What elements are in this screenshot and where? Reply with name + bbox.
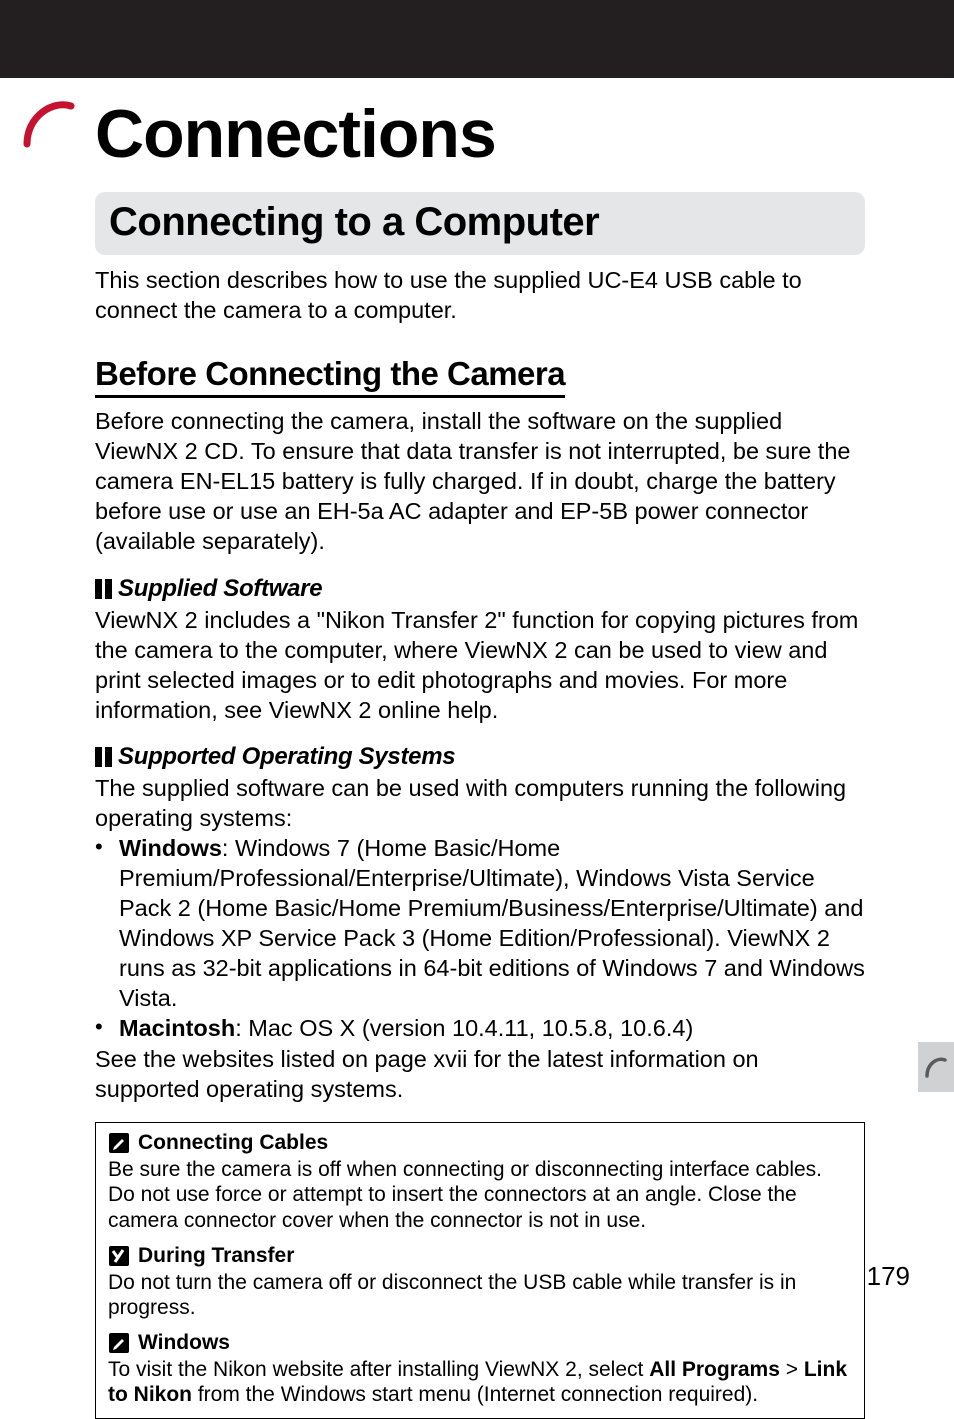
caution-icon (108, 1245, 130, 1267)
note-windows-bold1: All Programs (649, 1358, 780, 1381)
bullet-dot-icon: • (95, 833, 111, 1013)
note-transfer-title: During Transfer (138, 1244, 294, 1268)
chapter-icon-wrap (23, 94, 77, 154)
bullet-macintosh: • Macintosh: Mac OS X (version 10.4.11, … (95, 1013, 865, 1043)
supplied-software-body: ViewNX 2 includes a "Nikon Transfer 2" f… (95, 605, 865, 725)
section-heading: Connecting to a Computer (109, 200, 851, 245)
supplied-software-heading: Supplied Software (118, 575, 322, 603)
side-tab (918, 1042, 954, 1092)
page-number: 179 (867, 1261, 910, 1292)
supplied-software-heading-row: Supplied Software (95, 575, 865, 603)
notes-box: Connecting Cables Be sure the camera is … (95, 1122, 865, 1419)
note-windows-title: Windows (138, 1331, 230, 1355)
note-cables-body: Be sure the camera is off when connectin… (108, 1157, 852, 1234)
section-heading-box: Connecting to a Computer (95, 192, 865, 255)
supported-os-heading: Supported Operating Systems (118, 743, 455, 771)
bullet-windows-label: Windows (119, 835, 222, 861)
supported-os-outro: See the websites listed on page xvii for… (95, 1044, 865, 1104)
note-windows-post: from the Windows start menu (Internet co… (192, 1383, 758, 1406)
bullet-windows-rest: : Windows 7 (Home Basic/Home Premium/Pro… (119, 835, 865, 1011)
before-connecting-body: Before connecting the camera, install th… (95, 406, 865, 556)
subsection-heading: Before Connecting the Camera (95, 355, 565, 398)
bullet-windows-text: Windows: Windows 7 (Home Basic/Home Prem… (119, 833, 865, 1013)
note-windows-sep: > (780, 1358, 804, 1381)
connections-curve-icon (23, 94, 77, 154)
note-cables-heading: Connecting Cables (108, 1131, 852, 1155)
page-header-bar (0, 0, 954, 78)
note-pencil-icon (108, 1332, 130, 1354)
page-content: Connections Connecting to a Computer Thi… (95, 78, 865, 1419)
chapter-title: Connections (95, 78, 865, 168)
note-windows-pre: To visit the Nikon website after install… (108, 1358, 649, 1381)
bullet-macintosh-label: Macintosh (119, 1015, 235, 1041)
note-windows-heading: Windows (108, 1331, 852, 1355)
bullet-windows: • Windows: Windows 7 (Home Basic/Home Pr… (95, 833, 865, 1013)
section-intro: This section describes how to use the su… (95, 265, 865, 325)
supported-os-intro: The supplied software can be used with c… (95, 773, 865, 833)
bullet-dot-icon: • (95, 1013, 111, 1043)
heading-bars-icon (95, 579, 112, 599)
note-windows-body: To visit the Nikon website after install… (108, 1357, 852, 1408)
bullet-macintosh-rest: : Mac OS X (version 10.4.11, 10.5.8, 10.… (235, 1015, 693, 1041)
connections-curve-icon (924, 1054, 948, 1080)
bullet-macintosh-text: Macintosh: Mac OS X (version 10.4.11, 10… (119, 1013, 865, 1043)
note-pencil-icon (108, 1132, 130, 1154)
heading-bars-icon (95, 747, 112, 767)
page: Connections Connecting to a Computer Thi… (0, 0, 954, 1352)
supported-os-heading-row: Supported Operating Systems (95, 743, 865, 771)
note-cables-title: Connecting Cables (138, 1131, 328, 1155)
note-transfer-heading: During Transfer (108, 1244, 852, 1268)
note-transfer-body: Do not turn the camera off or disconnect… (108, 1270, 852, 1321)
